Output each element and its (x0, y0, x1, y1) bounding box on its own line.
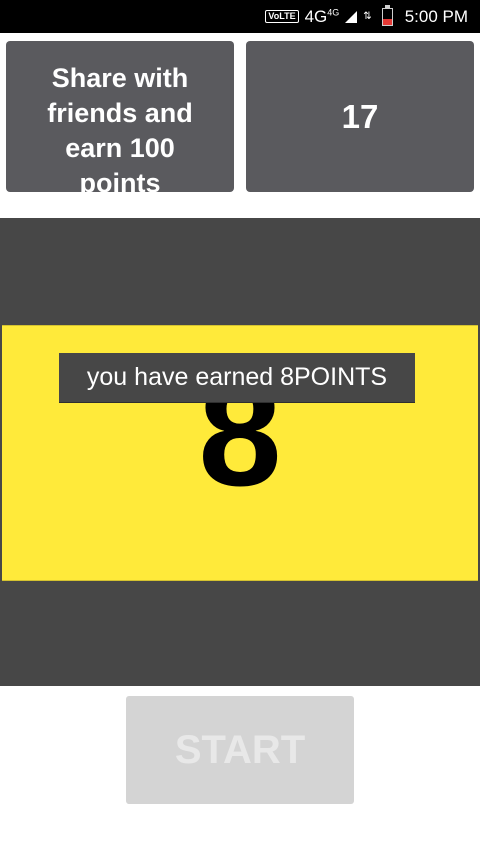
status-icons: VoLTE 4G4G ⇅ 5:00 PM (265, 0, 468, 33)
battery-low-icon (381, 4, 393, 26)
toast-message: you have earned 8POINTS (59, 353, 415, 403)
clock: 5:00 PM (404, 6, 468, 26)
network-type: 4G4G (305, 7, 340, 27)
points-counter: 17 (246, 41, 474, 192)
share-button[interactable]: Share with friends and earn 100 points (6, 41, 234, 192)
share-button-label: Share with friends and earn 100 points (47, 62, 193, 193)
network-sup-label: 4G (327, 6, 340, 17)
volte-icon: VoLTE (265, 10, 299, 23)
status-bar: VoLTE 4G4G ⇅ 5:00 PM (0, 0, 480, 33)
data-arrows-icon: ⇅ (363, 11, 372, 22)
start-button[interactable]: START (126, 696, 354, 804)
signal-icon (345, 10, 358, 23)
network-label: 4G (304, 6, 328, 26)
points-count: 17 (341, 97, 379, 135)
game-area[interactable]: 8 you have earned 8POINTS (0, 218, 480, 686)
